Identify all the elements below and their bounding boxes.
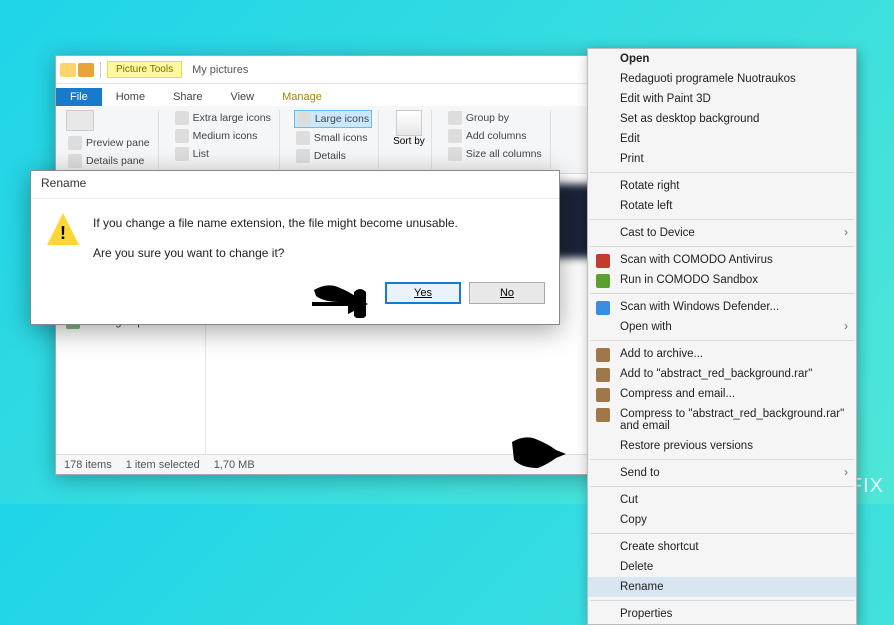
warning-icon: ! xyxy=(47,213,79,245)
list-button[interactable]: List xyxy=(173,146,273,162)
cm-print[interactable]: Print xyxy=(588,149,856,169)
archive-icon xyxy=(596,388,610,402)
medium-icons-button[interactable]: Medium icons xyxy=(173,128,273,144)
comodo-icon xyxy=(596,254,610,268)
group-by-button[interactable]: Group by xyxy=(446,110,544,126)
titlebar-quick-access xyxy=(60,62,105,78)
tab-view[interactable]: View xyxy=(216,88,268,106)
archive-icon xyxy=(596,408,610,422)
cm-copy[interactable]: Copy xyxy=(588,510,856,530)
preview-pane-button[interactable]: Preview pane xyxy=(66,135,152,151)
comodo-sandbox-icon xyxy=(596,274,610,288)
tab-home[interactable]: Home xyxy=(102,88,159,106)
folder-icon xyxy=(60,63,76,77)
cm-send-to[interactable]: Send to› xyxy=(588,463,856,483)
chevron-right-icon: › xyxy=(844,321,848,333)
folder-icon xyxy=(78,63,94,77)
cm-add-to-archive[interactable]: Add to archive... xyxy=(588,344,856,364)
breadcrumb: My pictures xyxy=(192,64,248,76)
chevron-right-icon: › xyxy=(844,227,848,239)
dialog-title: Rename xyxy=(31,171,559,199)
status-selected: 1 item selected xyxy=(126,459,200,471)
picture-tools-badge: Picture Tools xyxy=(107,61,182,78)
rename-dialog: Rename ! If you change a file name exten… xyxy=(30,170,560,325)
navigation-pane-button[interactable] xyxy=(66,110,94,131)
cm-rotate-right[interactable]: Rotate right xyxy=(588,176,856,196)
tab-share[interactable]: Share xyxy=(159,88,216,106)
sort-by-button[interactable] xyxy=(396,110,422,136)
status-size: 1,70 MB xyxy=(214,459,255,471)
cm-create-shortcut[interactable]: Create shortcut xyxy=(588,537,856,557)
no-button[interactable]: No xyxy=(469,282,545,304)
chevron-right-icon: › xyxy=(844,467,848,479)
cm-scan-defender[interactable]: Scan with Windows Defender... xyxy=(588,297,856,317)
cm-open[interactable]: Open xyxy=(588,49,856,69)
dialog-message: If you change a file name extension, the… xyxy=(93,213,458,264)
cm-scan-comodo[interactable]: Scan with COMODO Antivirus xyxy=(588,250,856,270)
cm-open-with[interactable]: Open with› xyxy=(588,317,856,337)
cm-delete[interactable]: Delete xyxy=(588,557,856,577)
cm-run-comodo-sandbox[interactable]: Run in COMODO Sandbox xyxy=(588,270,856,290)
tab-manage[interactable]: Manage xyxy=(268,88,336,106)
add-columns-button[interactable]: Add columns xyxy=(446,128,544,144)
cm-restore-versions[interactable]: Restore previous versions xyxy=(588,436,856,456)
tab-file[interactable]: File xyxy=(56,88,102,106)
pointer-hand-icon xyxy=(310,272,384,323)
cm-cut[interactable]: Cut xyxy=(588,490,856,510)
status-item-count: 178 items xyxy=(64,459,112,471)
archive-icon xyxy=(596,348,610,362)
cm-rotate-left[interactable]: Rotate left xyxy=(588,196,856,216)
extra-large-icons-button[interactable]: Extra large icons xyxy=(173,110,273,126)
context-menu: Open Redaguoti programele Nuotraukos Edi… xyxy=(587,48,857,625)
defender-icon xyxy=(596,301,610,315)
cm-properties[interactable]: Properties xyxy=(588,604,856,624)
large-icons-button[interactable]: Large icons xyxy=(294,110,372,128)
size-all-columns-button[interactable]: Size all columns xyxy=(446,146,544,162)
details-button[interactable]: Details xyxy=(294,148,372,164)
cm-cast-to-device[interactable]: Cast to Device› xyxy=(588,223,856,243)
cm-edit-photos[interactable]: Redaguoti programele Nuotraukos xyxy=(588,69,856,89)
cm-compress-email[interactable]: Compress and email... xyxy=(588,384,856,404)
cm-rename[interactable]: Rename xyxy=(588,577,856,597)
details-pane-button[interactable]: Details pane xyxy=(66,153,152,169)
sort-by-label: Sort by xyxy=(393,136,425,147)
pointer-hand-icon xyxy=(508,424,582,475)
cm-add-to-rar[interactable]: Add to "abstract_red_background.rar" xyxy=(588,364,856,384)
cm-set-background[interactable]: Set as desktop background xyxy=(588,109,856,129)
cm-paint3d[interactable]: Edit with Paint 3D xyxy=(588,89,856,109)
small-icons-button[interactable]: Small icons xyxy=(294,130,372,146)
archive-icon xyxy=(596,368,610,382)
cm-edit[interactable]: Edit xyxy=(588,129,856,149)
yes-button[interactable]: Yes xyxy=(385,282,461,304)
cm-compress-to-rar-email[interactable]: Compress to "abstract_red_background.rar… xyxy=(588,404,856,436)
